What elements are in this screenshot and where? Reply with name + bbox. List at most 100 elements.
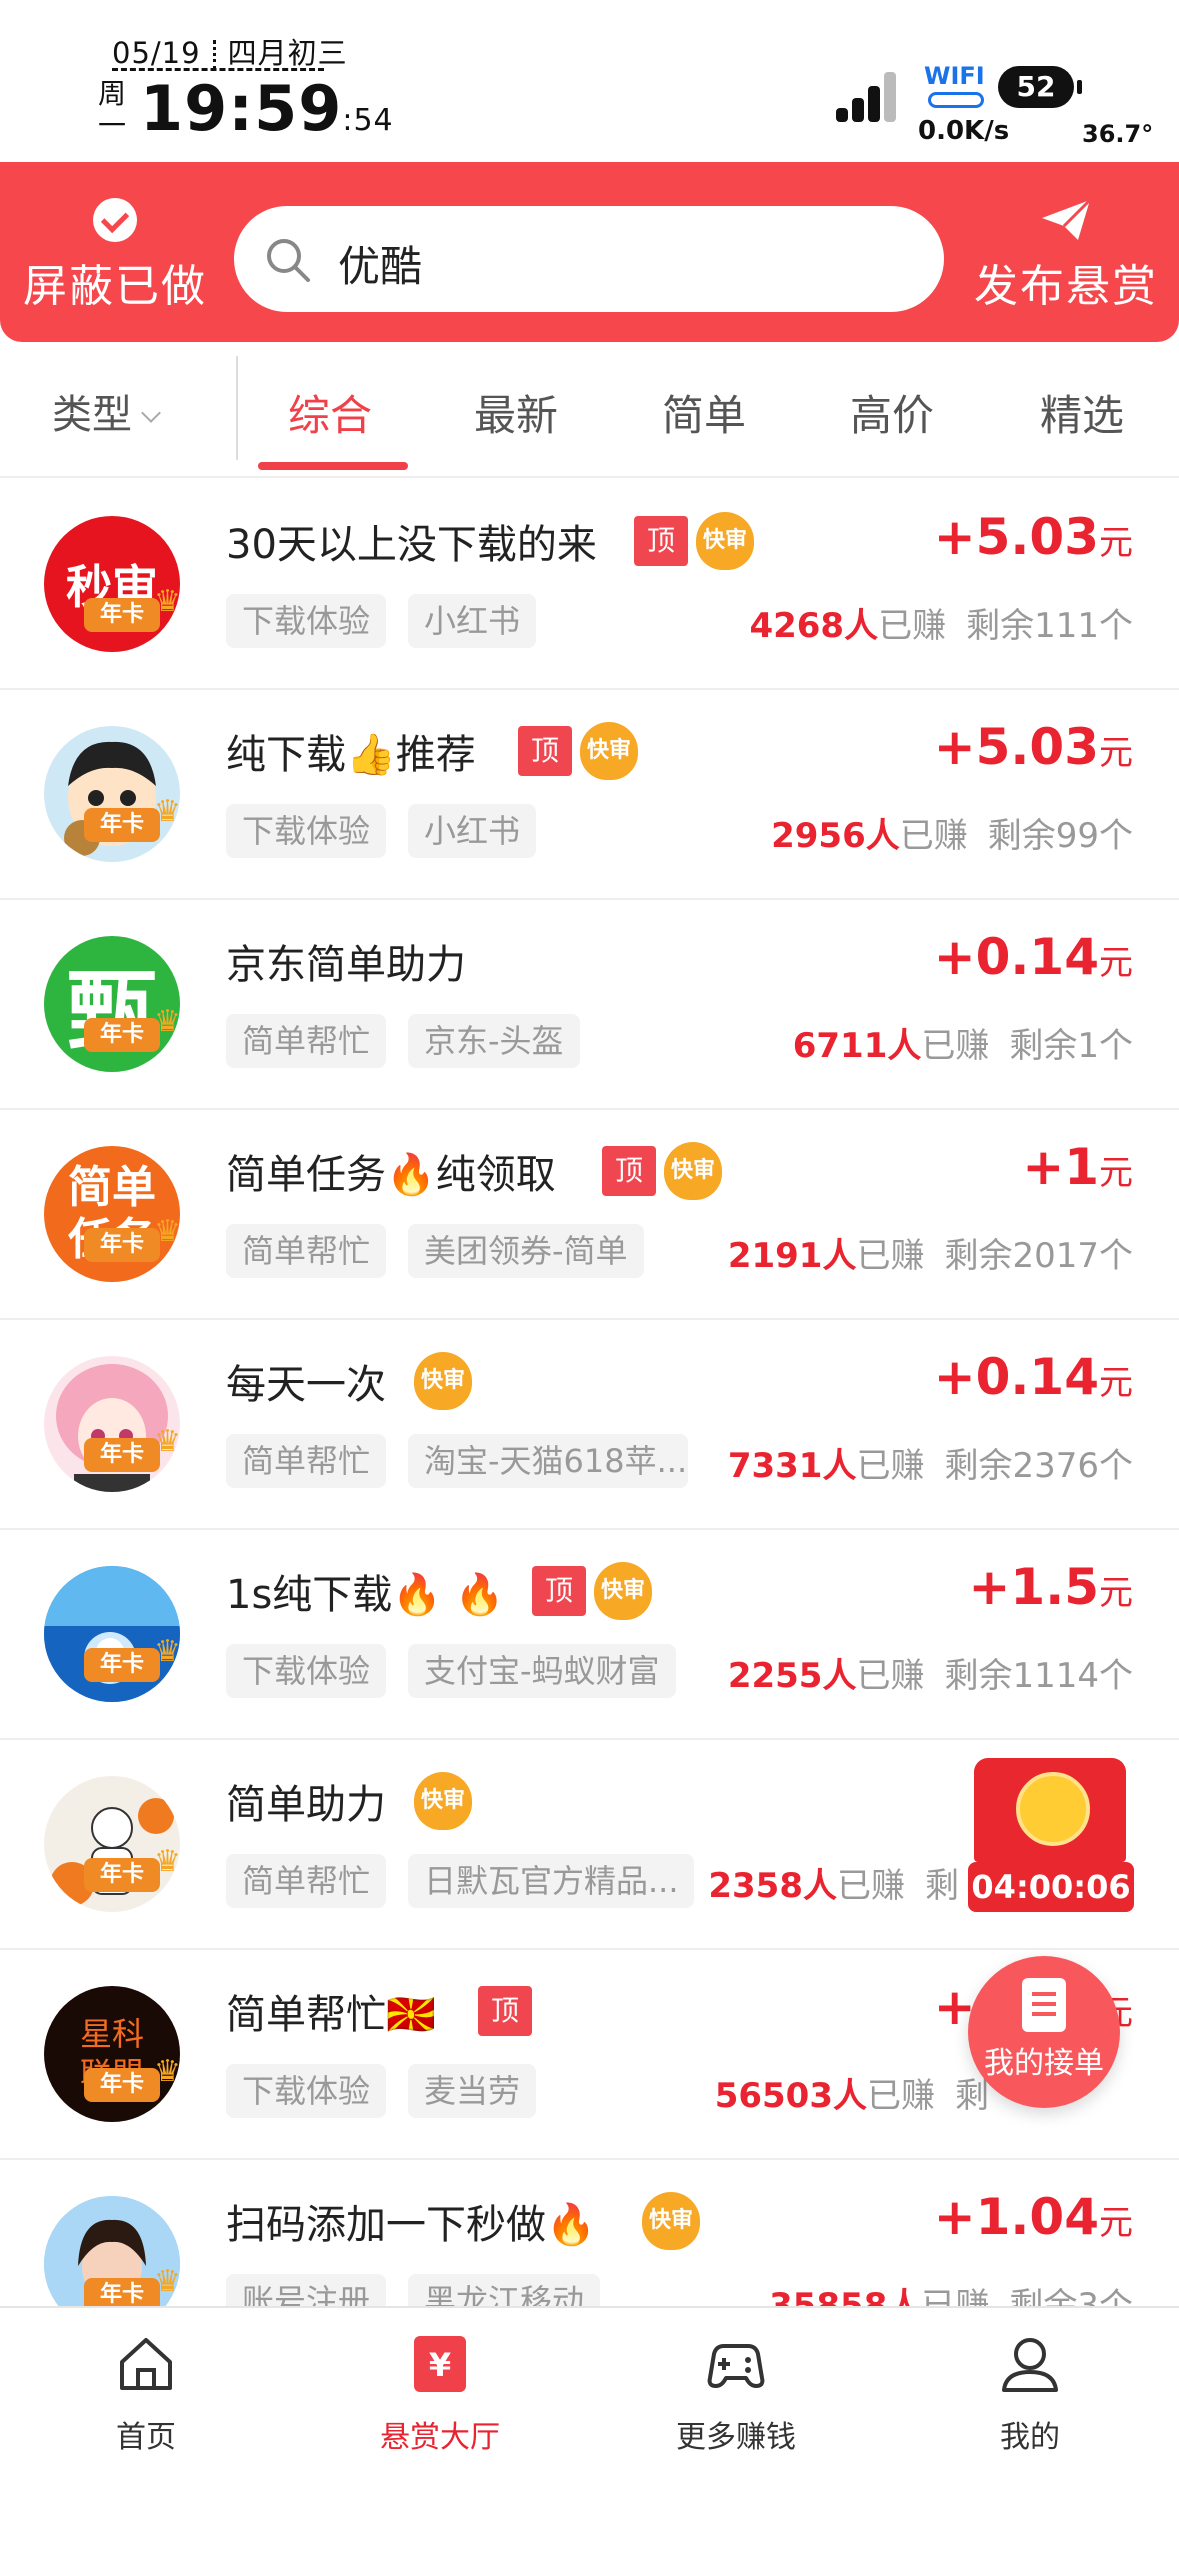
reward-value: +0.14 xyxy=(933,928,1099,986)
countdown-timer: 04:00:06 xyxy=(968,1862,1134,1912)
top-badge: 顶 xyxy=(518,726,572,776)
task-row[interactable]: 秒审 ♛ 年卡 30天以上没下载的来 顶 快审 下载体验 小红书 +5.03元 4… xyxy=(0,480,1179,690)
annual-card-label: 年卡 xyxy=(84,598,160,632)
earned-label: 已赚 xyxy=(856,1236,925,1276)
nav-reward-hall-label: 悬赏大厅 xyxy=(380,2420,500,2455)
user-icon xyxy=(1002,2338,1058,2392)
filter-tabs: 类型 综合 最新 简单 高价 精选 xyxy=(0,342,1179,478)
reward-value: +1.04 xyxy=(933,2188,1099,2246)
top-badge: 顶 xyxy=(478,1986,532,2036)
bottom-navigation: 首页 ¥ 悬赏大厅 更多赚钱 我的 xyxy=(0,2306,1179,2556)
publish-reward-label: 发布悬赏 xyxy=(974,261,1158,312)
tab-comprehensive[interactable]: 综合 xyxy=(288,382,372,443)
reward-amount: +0.14元 xyxy=(934,928,1133,986)
lunar-date-text: 四月初三 xyxy=(227,36,348,70)
annual-card-badge: ♛ 年卡 xyxy=(84,1214,188,1266)
category-chip: 简单帮忙 xyxy=(226,1224,387,1278)
task-stats: 2191人已赚 剩余2017个 xyxy=(728,1228,1133,1277)
task-row[interactable]: ♛ 年卡 每天一次 快审 简单帮忙 淘宝-天猫618苹... +0.14元 733… xyxy=(0,1320,1179,1530)
date-separator xyxy=(212,40,216,70)
category-chip: 下载体验 xyxy=(226,804,387,858)
annual-card-label: 年卡 xyxy=(84,1228,160,1262)
annual-card-label: 年卡 xyxy=(84,2278,160,2306)
remaining-count: 剩余1个 xyxy=(1009,1026,1133,1066)
nav-more-earn[interactable]: 更多赚钱 xyxy=(636,2332,836,2456)
status-date: 05/19 四月初三 xyxy=(112,30,348,72)
top-badge: 顶 xyxy=(532,1566,586,1616)
reward-hall-icon: ¥ xyxy=(414,2336,466,2392)
category-chip: 简单帮忙 xyxy=(226,1434,387,1488)
search-input[interactable]: 优酷 xyxy=(234,206,944,312)
task-title: 扫码添加一下秒做🔥 xyxy=(226,2202,596,2248)
task-title: 30天以上没下载的来 xyxy=(226,522,597,568)
tab-featured[interactable]: 精选 xyxy=(1040,382,1124,443)
nav-profile[interactable]: 我的 xyxy=(930,2332,1130,2456)
reward-value: +1.5 xyxy=(968,1558,1099,1616)
remaining-count: 剩余3个 xyxy=(1009,2286,1133,2306)
task-stats: 6711人已赚 剩余1个 xyxy=(793,1018,1133,1067)
task-stats: 4268人已赚 剩余111个 xyxy=(749,598,1133,647)
remaining-count: 剩余1114个 xyxy=(944,1656,1133,1696)
annual-card-badge: ♛ 年卡 xyxy=(84,584,188,636)
category-chip: 下载体验 xyxy=(226,594,387,648)
nav-home[interactable]: 首页 xyxy=(46,2332,246,2456)
date-text: 05/19 xyxy=(112,36,201,70)
signal-icon xyxy=(836,62,906,122)
task-row[interactable]: 简单任务 ♛年卡 简单任务🔥纯领取 顶 快审 简单帮忙 美团领券-简单 +1元 … xyxy=(0,1110,1179,1320)
clock: 19:59:54 xyxy=(140,72,394,145)
type-dropdown[interactable]: 类型 xyxy=(52,382,161,440)
remaining-count: 剩 xyxy=(925,1866,959,1906)
platform-chip: 京东-头盔 xyxy=(408,1014,580,1068)
gamepad-icon xyxy=(707,2344,765,2388)
category-chip: 简单帮忙 xyxy=(226,1854,387,1908)
fast-review-badge: 快审 xyxy=(414,1772,472,1830)
reward-unit: 元 xyxy=(1099,733,1133,773)
task-stats: 2255人已赚 剩余1114个 xyxy=(728,1648,1133,1697)
task-stats: 56503人已赚剩 xyxy=(715,2068,989,2117)
gold-coin-icon xyxy=(1016,1772,1090,1846)
task-stats: 2358人已赚剩 xyxy=(708,1858,959,1907)
type-dropdown-label: 类型 xyxy=(52,392,132,438)
clipboard-icon xyxy=(1022,1978,1066,2032)
task-title: 京东简单助力 xyxy=(226,942,466,988)
top-badge: 顶 xyxy=(602,1146,656,1196)
platform-chip: 小红书 xyxy=(408,804,537,858)
remaining-count: 剩余2017个 xyxy=(944,1236,1133,1276)
earned-label: 已赚 xyxy=(878,606,947,646)
fast-review-badge: 快审 xyxy=(696,512,754,570)
reward-value: +0.14 xyxy=(933,1348,1099,1406)
annual-card-badge: ♛ 年卡 xyxy=(84,1004,188,1056)
task-row[interactable]: ♛ 年卡 纯下载👍推荐 顶 快审 下载体验 小红书 +5.03元 2956人已赚剩… xyxy=(0,690,1179,900)
active-tab-underline xyxy=(258,462,408,470)
task-row[interactable]: 甄 ♛ 年卡 京东简单助力 简单帮忙 京东-头盔 +0.14元 6711人已赚 剩余… xyxy=(0,900,1179,1110)
task-row[interactable]: ♛ 年卡 扫码添加一下秒做🔥 快审 账号注册 黑龙江移动 +1.04元 35858… xyxy=(0,2160,1179,2306)
earned-label: 已赚 xyxy=(837,1866,905,1906)
platform-chip: 麦当劳 xyxy=(408,2064,537,2118)
annual-card-label: 年卡 xyxy=(84,1648,160,1682)
annual-card-badge: ♛ 年卡 xyxy=(84,1844,188,1896)
my-orders-button[interactable]: 我的接单 xyxy=(968,1956,1120,2108)
paper-plane-icon xyxy=(1042,198,1092,240)
tab-simple[interactable]: 简单 xyxy=(662,382,746,443)
red-envelope-widget[interactable]: 04:00:06 xyxy=(968,1758,1134,1912)
reward-amount: +5.03元 xyxy=(934,508,1133,566)
publish-reward-button[interactable]: 发布悬赏 xyxy=(966,198,1166,314)
hide-done-button[interactable]: 屏蔽已做 xyxy=(20,198,210,314)
tab-high-price[interactable]: 高价 xyxy=(850,382,934,443)
task-row[interactable]: ♛ 年卡 1s纯下载🔥 🔥 顶 快审 下载体验 支付宝-蚂蚁财富 +1.5元 22… xyxy=(0,1530,1179,1740)
search-icon xyxy=(267,239,310,282)
fast-review-badge: 快审 xyxy=(642,2192,700,2250)
nav-reward-hall[interactable]: ¥ 悬赏大厅 xyxy=(340,2332,540,2456)
chevron-down-icon xyxy=(141,403,161,423)
reward-unit: 元 xyxy=(1099,943,1133,983)
tab-newest[interactable]: 最新 xyxy=(474,382,558,443)
task-title: 简单帮忙🇲🇰 xyxy=(226,1992,436,2038)
reward-amount: +5.03元 xyxy=(934,718,1133,776)
reward-value: +1 xyxy=(1022,1138,1099,1196)
fast-review-badge: 快审 xyxy=(414,1352,472,1410)
earned-count: 2191人 xyxy=(727,1236,857,1276)
hide-done-label: 屏蔽已做 xyxy=(23,261,207,312)
reward-amount: +0.14元 xyxy=(934,1348,1133,1406)
earned-label: 已赚 xyxy=(921,2286,990,2306)
reward-unit: 元 xyxy=(1099,1573,1133,1613)
